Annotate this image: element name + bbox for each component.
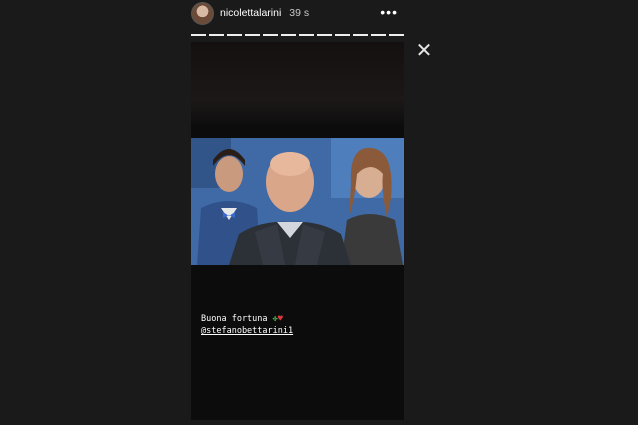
mention-link[interactable]: @stefanobettarini1 <box>201 326 293 336</box>
avatar[interactable] <box>191 1 214 25</box>
tv-screen-dark <box>191 42 404 125</box>
progress-segment <box>281 34 296 36</box>
photo-illustration <box>191 138 404 265</box>
caption-line: Buona fortuna ✤♥ <box>201 313 293 325</box>
story-header: nicolettalarini 39 s ••• <box>191 0 404 26</box>
progress-segment <box>353 34 368 36</box>
progress-segment <box>209 34 224 36</box>
close-icon[interactable]: ✕ <box>414 41 434 61</box>
progress-segment <box>227 34 242 36</box>
timestamp: 39 s <box>289 7 310 19</box>
progress-segment <box>389 34 404 36</box>
progress-segment <box>299 34 314 36</box>
username[interactable]: nicolettalarini <box>220 7 281 19</box>
story-progress-bar <box>191 34 404 36</box>
progress-segment <box>191 34 206 36</box>
progress-segment <box>371 34 386 36</box>
caption-text: Buona fortuna <box>201 314 268 324</box>
progress-segment <box>263 34 278 36</box>
story-media[interactable]: Buona fortuna ✤♥ @stefanobettarini1 <box>191 42 404 420</box>
heart-icon: ♥ <box>277 314 283 324</box>
progress-segment <box>245 34 260 36</box>
story-photo <box>191 138 404 265</box>
story-caption: Buona fortuna ✤♥ @stefanobettarini1 <box>201 313 293 337</box>
progress-segment <box>317 34 332 36</box>
progress-segment <box>335 34 350 36</box>
more-horizontal-icon[interactable]: ••• <box>380 4 398 20</box>
